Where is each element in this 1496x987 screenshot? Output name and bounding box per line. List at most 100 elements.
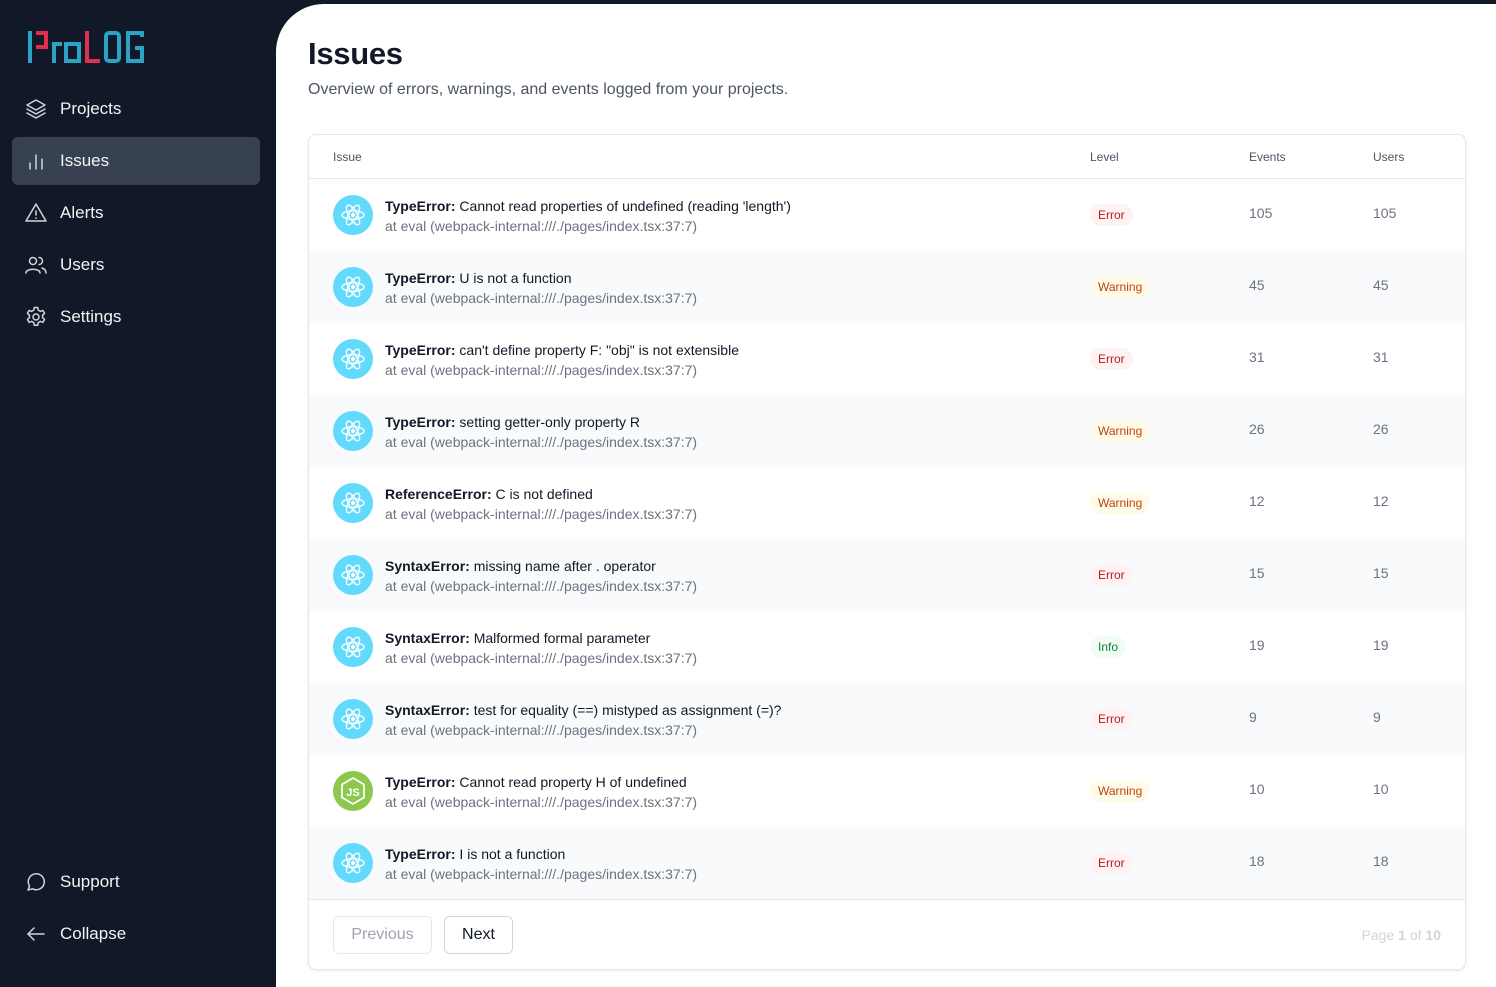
page-subtitle: Overview of errors, warnings, and events…: [308, 81, 789, 98]
total-pages: 10: [1425, 927, 1441, 943]
app-logo[interactable]: [27, 30, 147, 64]
svg-text:JS: JS: [346, 787, 359, 799]
table-row[interactable]: TypeError: can't define property F: "obj…: [309, 323, 1465, 395]
issue-location: at eval (webpack-internal:///./pages/ind…: [385, 290, 698, 306]
table-row[interactable]: SyntaxError: Malformed formal parameter …: [309, 611, 1465, 683]
users-icon: [24, 253, 48, 277]
issue-title: ReferenceError: C is not defined: [385, 484, 697, 504]
table-header: Issue Level Events Users: [309, 135, 1465, 179]
issue-text: SyntaxError: missing name after . operat…: [385, 556, 697, 596]
level-badge: Error: [1090, 204, 1133, 226]
column-header-events[interactable]: Events: [1249, 150, 1286, 164]
table-row[interactable]: SyntaxError: missing name after . operat…: [309, 539, 1465, 611]
react-icon: [341, 348, 365, 370]
table-row[interactable]: SyntaxError: test for equality (==) mist…: [309, 683, 1465, 755]
column-header-issue[interactable]: Issue: [333, 150, 362, 164]
error-message: setting getter-only property R: [455, 414, 640, 430]
previous-button[interactable]: Previous: [333, 916, 432, 954]
warning-triangle-icon: [24, 201, 48, 225]
error-message: missing name after . operator: [469, 558, 656, 574]
error-type: TypeError:: [385, 414, 456, 430]
issue-text: SyntaxError: test for equality (==) mist…: [385, 700, 781, 740]
issue-title: TypeError: can't define property F: "obj…: [385, 340, 739, 360]
issue-location: at eval (webpack-internal:///./pages/ind…: [385, 434, 698, 450]
support-button[interactable]: Support: [12, 858, 260, 906]
nodejs-icon: JS: [341, 776, 365, 806]
collapse-button[interactable]: Collapse: [12, 910, 260, 958]
users-count: 31: [1373, 349, 1389, 365]
react-avatar: [333, 699, 373, 739]
column-header-level[interactable]: Level: [1090, 150, 1119, 164]
react-icon: [341, 852, 365, 874]
react-icon: [341, 204, 365, 226]
react-avatar: [333, 195, 373, 235]
issue-text: TypeError: I is not a function at eval (…: [385, 844, 697, 884]
table-body: TypeError: Cannot read properties of und…: [309, 179, 1465, 900]
users-count: 9: [1373, 709, 1381, 725]
table-row[interactable]: TypeError: setting getter-only property …: [309, 395, 1465, 467]
layers-icon: [24, 97, 48, 121]
issue-text: ReferenceError: C is not defined at eval…: [385, 484, 697, 524]
error-message: can't define property F: "obj" is not ex…: [455, 342, 739, 358]
issue-text: TypeError: setting getter-only property …: [385, 412, 697, 452]
gear-icon: [24, 305, 48, 329]
react-icon: [341, 276, 365, 298]
table-row[interactable]: ReferenceError: C is not defined at eval…: [309, 467, 1465, 539]
issue-text: TypeError: Cannot read property H of und…: [385, 772, 697, 812]
error-type: SyntaxError:: [385, 630, 470, 646]
issue-location: at eval (webpack-internal:///./pages/ind…: [385, 866, 698, 882]
sidebar-item-projects[interactable]: Projects: [12, 85, 260, 133]
sidebar-item-settings[interactable]: Settings: [12, 293, 260, 341]
events-count: 18: [1249, 853, 1265, 869]
sidebar-nav: Projects Issues Alerts Users Settings: [12, 85, 260, 345]
sidebar-item-users[interactable]: Users: [12, 241, 260, 289]
arrow-left-icon: [24, 922, 48, 946]
sidebar: Projects Issues Alerts Users Settings Su…: [0, 0, 276, 987]
users-count: 105: [1373, 205, 1397, 221]
table-row[interactable]: TypeError: Cannot read properties of und…: [309, 179, 1465, 251]
support-label: Support: [60, 872, 120, 891]
level-badge: Error: [1090, 708, 1133, 730]
error-message: Cannot read properties of undefined (rea…: [455, 198, 791, 214]
users-count: 45: [1373, 277, 1389, 293]
issue-title: TypeError: setting getter-only property …: [385, 412, 697, 432]
react-avatar: [333, 555, 373, 595]
level-badge: Info: [1090, 636, 1127, 658]
error-type: TypeError:: [385, 774, 456, 790]
level-badge: Error: [1090, 852, 1133, 874]
level-badge: Warning: [1090, 780, 1151, 802]
issue-title: TypeError: I is not a function: [385, 844, 697, 864]
events-count: 12: [1249, 493, 1265, 509]
prolog-logo-icon: [28, 31, 144, 63]
issue-location: at eval (webpack-internal:///./pages/ind…: [385, 362, 698, 378]
react-icon: [341, 492, 365, 514]
react-avatar: [333, 627, 373, 667]
table-row[interactable]: TypeError: U is not a function at eval (…: [309, 251, 1465, 323]
level-badge: Warning: [1090, 276, 1151, 298]
error-message: U is not a function: [455, 270, 572, 286]
issue-title: TypeError: U is not a function: [385, 268, 697, 288]
error-type: SyntaxError:: [385, 702, 470, 718]
events-count: 26: [1249, 421, 1265, 437]
sidebar-item-issues[interactable]: Issues: [12, 137, 260, 185]
issue-title: SyntaxError: missing name after . operat…: [385, 556, 697, 576]
events-count: 31: [1249, 349, 1265, 365]
sidebar-item-label: Alerts: [60, 203, 104, 222]
table-row[interactable]: TypeError: I is not a function at eval (…: [309, 827, 1465, 899]
nodejs-avatar: JS: [333, 771, 373, 811]
bar-chart-icon: [24, 149, 48, 173]
table-row[interactable]: JS TypeError: Cannot read property H of …: [309, 755, 1465, 827]
users-count: 15: [1373, 565, 1389, 581]
issue-title: SyntaxError: test for equality (==) mist…: [385, 700, 781, 720]
issue-text: SyntaxError: Malformed formal parameter …: [385, 628, 697, 668]
events-count: 105: [1249, 205, 1273, 221]
issue-location: at eval (webpack-internal:///./pages/ind…: [385, 578, 698, 594]
react-avatar: [333, 267, 373, 307]
next-button[interactable]: Next: [444, 916, 513, 954]
error-message: C is not defined: [491, 486, 593, 502]
column-header-users[interactable]: Users: [1373, 150, 1404, 164]
users-count: 18: [1373, 853, 1389, 869]
sidebar-item-alerts[interactable]: Alerts: [12, 189, 260, 237]
react-icon: [341, 636, 365, 658]
current-page: 1: [1398, 927, 1406, 943]
